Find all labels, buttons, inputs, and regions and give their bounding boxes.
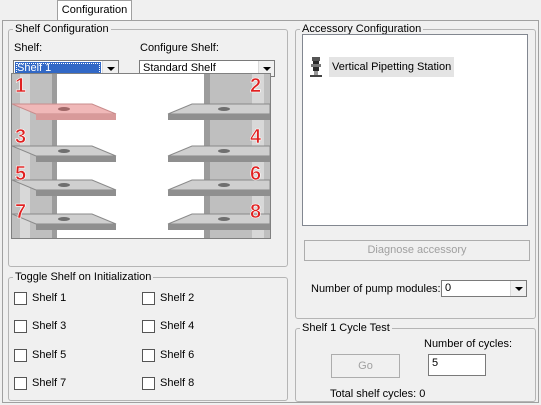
- cycles-label: Number of cycles:: [424, 338, 513, 350]
- shelf-1-checkbox[interactable]: [14, 292, 27, 305]
- shelf-6-checkbox[interactable]: [142, 349, 155, 362]
- shelf-number-7: 7: [15, 201, 26, 223]
- pump-modules-value: 0: [445, 282, 452, 294]
- shelf-number-3: 3: [15, 126, 26, 148]
- shelf-7-checkbox[interactable]: [14, 377, 27, 390]
- shelf-number-1: 1: [15, 75, 26, 97]
- shelf-number-5: 5: [15, 163, 26, 185]
- shelf-configuration-title: Shelf Configuration: [15, 23, 109, 35]
- go-button[interactable]: Go: [331, 354, 400, 378]
- shelf-4-checkbox-label: Shelf 4: [160, 320, 195, 332]
- shelf-6-checkbox-label: Shelf 6: [160, 349, 195, 361]
- cycle-test-title: Shelf 1 Cycle Test: [302, 322, 390, 334]
- pump-modules-label: Number of pump modules:: [311, 283, 441, 295]
- shelf-number-2: 2: [250, 75, 261, 97]
- shelf-3-checkbox[interactable]: [14, 320, 27, 333]
- shelf-label: Shelf:: [14, 42, 43, 54]
- shelf-8-checkbox[interactable]: [142, 377, 155, 390]
- toggle-shelf-title: Toggle Shelf on Initialization: [15, 271, 152, 283]
- tab-strip: Configuration: [0, 0, 541, 21]
- shelf-4-checkbox[interactable]: [142, 320, 155, 333]
- diagnose-accessory-button[interactable]: Diagnose accessory: [304, 240, 530, 261]
- pipetting-station-icon: [307, 57, 325, 77]
- shelf-5-checkbox-label: Shelf 5: [32, 349, 67, 361]
- shelf-number-6: 6: [250, 163, 261, 185]
- accessory-list-item[interactable]: Vertical Pipetting Station: [307, 55, 455, 79]
- shelf-2-checkbox[interactable]: [142, 292, 155, 305]
- shelf-rack-image: 1 2 3 4 5 6 7 8: [11, 73, 271, 239]
- total-cycles-text: Total shelf cycles: 0: [330, 388, 426, 400]
- configure-shelf-label: Configure Shelf:: [140, 42, 219, 54]
- shelf-7-checkbox-label: Shelf 7: [32, 377, 67, 389]
- shelf-2-checkbox-label: Shelf 2: [160, 292, 195, 304]
- shelf-rack-drawing: 1 2 3 4 5 6 7 8: [12, 74, 270, 238]
- shelf-3-checkbox-label: Shelf 3: [32, 320, 67, 332]
- cycles-input[interactable]: 5: [428, 354, 486, 376]
- shelf-1-checkbox-label: Shelf 1: [32, 292, 67, 304]
- shelf-number-4: 4: [250, 126, 262, 148]
- chevron-down-icon[interactable]: [510, 281, 526, 296]
- tab-configuration[interactable]: Configuration: [57, 0, 132, 21]
- shelf-number-8: 8: [250, 201, 261, 223]
- shelf-5-checkbox[interactable]: [14, 349, 27, 362]
- accessory-item-label: Vertical Pipetting Station: [329, 57, 455, 77]
- shelf-8-checkbox-label: Shelf 8: [160, 377, 195, 389]
- accessory-list[interactable]: Vertical Pipetting Station: [302, 34, 528, 226]
- pump-modules-select[interactable]: 0: [441, 280, 527, 297]
